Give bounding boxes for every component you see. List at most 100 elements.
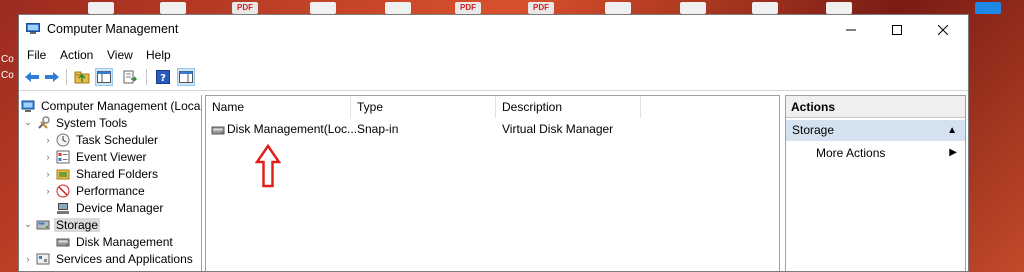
console-tree: Computer Management (Local) ⌄ System Too… xyxy=(19,95,202,271)
export-list-icon xyxy=(123,70,137,84)
back-button[interactable] xyxy=(23,68,41,86)
tree-item-label: Event Viewer xyxy=(76,149,147,164)
close-button[interactable] xyxy=(920,15,966,45)
chevron-down-icon[interactable]: ⌄ xyxy=(23,219,33,230)
toolbar-separator xyxy=(146,69,147,85)
desktop-file-icon[interactable] xyxy=(385,2,411,14)
column-header-type[interactable]: Type xyxy=(351,96,496,118)
tree-item-event-viewer[interactable]: › Event Viewer xyxy=(43,148,148,165)
desktop-pdf-icon[interactable]: PDF xyxy=(232,2,258,14)
menu-help[interactable]: Help xyxy=(146,48,171,62)
chevron-right-icon[interactable]: › xyxy=(43,152,53,162)
toolbar-separator xyxy=(66,69,67,85)
show-hide-action-pane-button[interactable] xyxy=(177,68,195,86)
toolbar: ? xyxy=(19,65,968,91)
tree-item-label: System Tools xyxy=(56,115,128,130)
disk-management-icon xyxy=(211,126,225,135)
tree-item-label: Disk Management xyxy=(76,234,173,249)
menu-file[interactable]: File xyxy=(27,48,46,62)
desktop-file-icon[interactable] xyxy=(310,2,336,14)
desktop-file-icon[interactable] xyxy=(680,2,706,14)
tree-item-shared-folders[interactable]: › Shared Folders xyxy=(43,165,160,182)
column-header-name[interactable]: Name xyxy=(206,96,351,118)
back-arrow-icon xyxy=(25,72,39,82)
chevron-right-icon[interactable]: › xyxy=(43,135,53,145)
annotation-up-arrow-icon xyxy=(255,144,281,188)
tree-item-label: Services and Applications xyxy=(56,251,193,266)
desktop-app-icon[interactable] xyxy=(975,2,1001,14)
collapse-triangle-icon[interactable]: ▲ xyxy=(947,120,957,141)
desktop-file-icon[interactable] xyxy=(752,2,778,14)
minimize-button[interactable] xyxy=(828,15,874,45)
desktop-icon-label: Co xyxy=(1,70,14,81)
close-icon xyxy=(938,25,948,35)
list-cell-name: Disk Management(Loc... xyxy=(227,122,358,136)
menu-action[interactable]: Action xyxy=(60,48,93,62)
shared-folder-icon xyxy=(56,169,70,179)
help-icon: ? xyxy=(156,70,170,84)
action-pane-icon xyxy=(179,71,193,83)
menu-view[interactable]: View xyxy=(107,48,133,62)
desktop-file-icon[interactable] xyxy=(605,2,631,14)
device-manager-icon xyxy=(57,202,69,214)
forward-button[interactable] xyxy=(43,68,61,86)
desktop-left-edge: Co Co xyxy=(0,14,18,272)
list-cell-type: Snap-in xyxy=(357,122,399,136)
computer-management-icon xyxy=(26,23,40,34)
results-pane: Name Type Description Disk Management(Lo… xyxy=(205,95,780,271)
desktop-file-icon[interactable] xyxy=(826,2,852,14)
minimize-icon xyxy=(846,29,856,31)
tree-item-services-and-applications[interactable]: › Services and Applications xyxy=(23,250,195,267)
more-actions-item[interactable]: More Actions ▶ xyxy=(786,144,965,162)
column-header-description[interactable]: Description xyxy=(496,96,641,118)
desktop-taskbar-strip: PDF PDF PDF xyxy=(0,0,1024,14)
menu-bar: File Action View Help xyxy=(19,45,968,65)
storage-icon xyxy=(36,220,50,229)
forward-arrow-icon xyxy=(45,72,59,82)
tree-item-label: Device Manager xyxy=(76,200,164,215)
title-bar[interactable]: Computer Management xyxy=(19,15,968,45)
chevron-right-icon[interactable]: › xyxy=(23,254,33,264)
tree-item-system-tools[interactable]: ⌄ System Tools xyxy=(23,114,129,131)
tree-item-computer-management[interactable]: Computer Management (Local) xyxy=(21,97,202,114)
chevron-right-icon[interactable]: › xyxy=(43,186,53,196)
clock-icon xyxy=(56,133,70,146)
tree-item-storage[interactable]: ⌄ Storage xyxy=(23,216,101,233)
window-title: Computer Management xyxy=(47,22,179,36)
actions-pane: Actions Storage ▲ More Actions ▶ xyxy=(785,95,966,271)
computer-management-icon xyxy=(21,100,35,112)
chevron-right-icon[interactable]: › xyxy=(43,169,53,179)
desktop-pdf-icon[interactable]: PDF xyxy=(455,2,481,14)
tree-item-task-scheduler[interactable]: › Task Scheduler xyxy=(43,131,160,148)
tree-item-label: Task Scheduler xyxy=(76,132,159,147)
svg-text:?: ? xyxy=(160,73,166,84)
list-cell-description: Virtual Disk Manager xyxy=(502,122,614,136)
tree-item-label: Shared Folders xyxy=(76,166,159,181)
console-tree-icon xyxy=(97,71,111,83)
maximize-icon xyxy=(892,25,902,35)
show-hide-console-tree-button[interactable] xyxy=(95,68,113,86)
tree-item-performance[interactable]: › Performance xyxy=(43,182,147,199)
export-list-button[interactable] xyxy=(121,68,139,86)
chevron-down-icon[interactable]: ⌄ xyxy=(23,117,33,128)
desktop-icon-label: Co xyxy=(1,54,14,65)
actions-title: Actions xyxy=(786,96,965,118)
tree-item-label: Computer Management (Local) xyxy=(41,98,202,113)
actions-section-storage[interactable]: Storage ▲ xyxy=(786,120,965,141)
desktop-pdf-icon[interactable]: PDF xyxy=(528,2,554,14)
more-actions-label: More Actions xyxy=(816,146,886,160)
desktop-file-icon[interactable] xyxy=(160,2,186,14)
tree-item-device-manager[interactable]: Device Manager xyxy=(56,199,165,216)
services-icon xyxy=(36,253,50,264)
tree-item-label: Performance xyxy=(76,183,145,198)
tree-item-disk-management[interactable]: Disk Management xyxy=(56,233,175,250)
folder-up-icon xyxy=(74,71,90,84)
maximize-button[interactable] xyxy=(874,15,920,45)
actions-section-label: Storage xyxy=(792,123,835,137)
help-button[interactable]: ? xyxy=(154,68,172,86)
disk-management-icon xyxy=(56,238,70,246)
performance-icon xyxy=(56,184,70,197)
desktop-file-icon[interactable] xyxy=(88,2,114,14)
tree-item-label: Storage xyxy=(54,217,101,232)
up-one-level-button[interactable] xyxy=(73,68,91,86)
